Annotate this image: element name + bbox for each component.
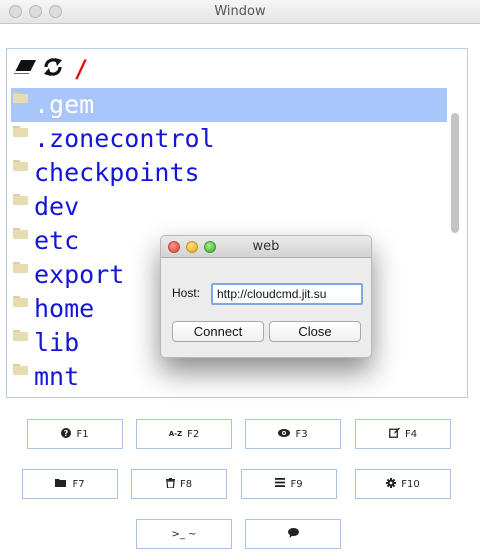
file-row[interactable]: checkpoints: [11, 156, 447, 190]
console-button-label: >_ ~: [171, 528, 197, 540]
folder-icon: [13, 262, 28, 273]
folder-icon: [13, 364, 28, 375]
new-folder-button[interactable]: F7: [22, 469, 118, 499]
file-row[interactable]: .gem: [11, 88, 447, 122]
folder-icon: [13, 92, 28, 103]
file-name: .zonecontrol: [34, 124, 215, 153]
folder-icon: [13, 296, 28, 307]
file-row[interactable]: mnt: [11, 360, 447, 394]
file-name: export: [34, 260, 125, 289]
refresh-icon: [42, 56, 64, 83]
file-name: checkpoints: [34, 158, 200, 187]
root-path-link[interactable]: /: [67, 57, 95, 81]
edit-button[interactable]: F4: [355, 419, 451, 449]
folder-icon: [13, 330, 28, 341]
file-list-scrollbar[interactable]: [451, 113, 459, 233]
file-name: etc: [34, 226, 80, 255]
delete-button-label: F8: [179, 478, 193, 490]
file-name: dev: [34, 192, 80, 221]
window-titlebar: Window: [0, 0, 480, 24]
file-name: lib: [34, 328, 80, 357]
file-name: .gem: [34, 90, 95, 119]
file-name: mnt: [34, 362, 80, 391]
connect-button[interactable]: Connect: [172, 321, 264, 342]
dialog-title: web: [252, 239, 280, 254]
host-input[interactable]: [211, 283, 363, 305]
sort-alpha-icon: A-Z: [168, 429, 183, 438]
view-button[interactable]: F3: [245, 419, 341, 449]
chat-button[interactable]: [245, 519, 341, 549]
folder-icon: [13, 194, 28, 205]
host-label: Host:: [172, 286, 201, 300]
dialog-titlebar: web: [161, 236, 371, 258]
folder-icon: [13, 228, 28, 239]
window-title: Window: [214, 4, 266, 19]
panel-toolbar: /: [11, 57, 95, 81]
root-path-text: /: [73, 55, 89, 83]
eye-icon: [278, 428, 291, 440]
config-button-label: F10: [401, 478, 420, 490]
menu-button[interactable]: F9: [241, 469, 337, 499]
edit-button-label: F4: [404, 428, 418, 440]
trash-icon: [165, 477, 175, 491]
help-button[interactable]: ? F1: [27, 419, 123, 449]
help-button-label: F1: [76, 428, 89, 440]
folder-icon: [13, 160, 28, 171]
rename-button-label: F2: [187, 428, 200, 440]
console-button[interactable]: >_ ~: [136, 519, 232, 549]
svg-text:?: ?: [64, 429, 69, 438]
folder-icon: [13, 126, 28, 137]
close-button[interactable]: Close: [269, 321, 361, 342]
edit-icon: [389, 427, 400, 441]
eraser-icon: [13, 59, 37, 80]
menu-button-label: F9: [290, 478, 303, 490]
window-content: / .gem .zonecontrol checkpoints dev etc …: [0, 24, 480, 554]
refresh-button[interactable]: [39, 57, 67, 81]
comment-icon: [287, 527, 299, 541]
delete-button[interactable]: F8: [131, 469, 227, 499]
file-row[interactable]: .zonecontrol: [11, 122, 447, 156]
rename-button[interactable]: A-Z F2: [136, 419, 232, 449]
file-row[interactable]: dev: [11, 190, 447, 224]
view-button-label: F3: [295, 428, 308, 440]
folder-open-icon: [55, 478, 67, 490]
web-dialog: web Host: Connect Close: [160, 235, 372, 358]
config-button[interactable]: F10: [355, 469, 451, 499]
new-folder-button-label: F7: [72, 478, 85, 490]
file-name: home: [34, 294, 95, 323]
help-icon: ?: [61, 427, 72, 441]
clear-storage-button[interactable]: [11, 57, 39, 81]
menu-icon: [275, 478, 286, 490]
gear-icon: [386, 477, 397, 491]
